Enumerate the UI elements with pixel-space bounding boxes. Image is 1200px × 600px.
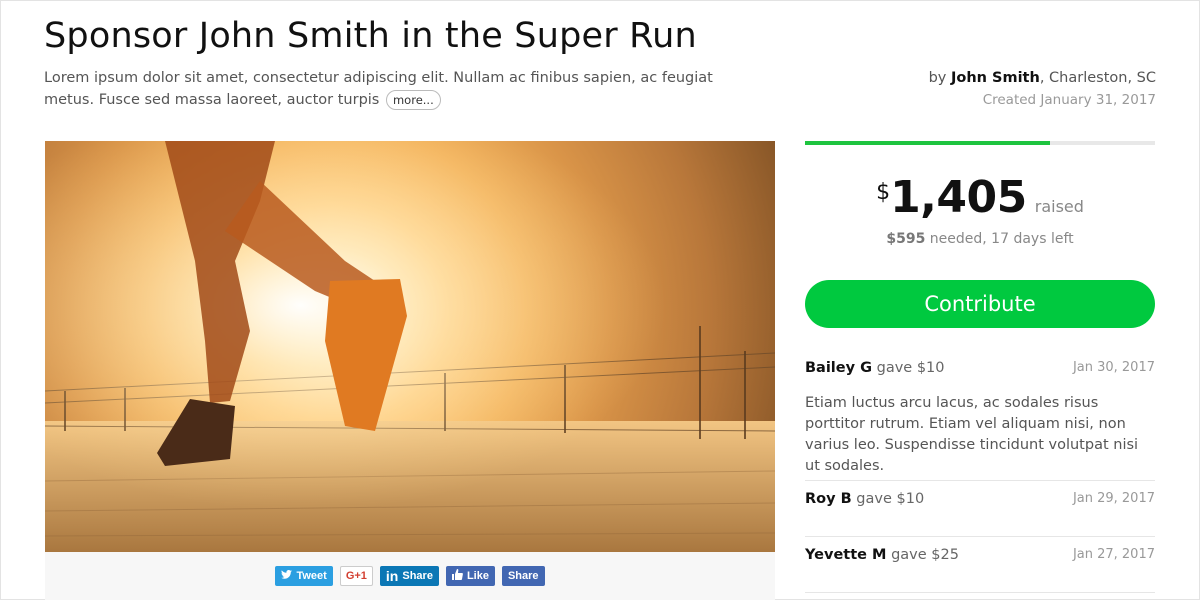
donation-date: Jan 29, 2017 [1072, 491, 1155, 506]
author-name[interactable]: John Smith [951, 70, 1040, 86]
needed-text: needed, 17 days left [925, 231, 1074, 247]
thumbs-up-icon [451, 569, 463, 583]
donation-item: Yevette M gave $25 Jan 27, 2017 [805, 547, 1155, 563]
funding-needed: $595 needed, 17 days left [805, 231, 1155, 247]
hero-image [45, 141, 775, 552]
share-bar: Tweet G+1 in Share Like Share [45, 552, 775, 600]
author-location: , Charleston, SC [1039, 70, 1156, 86]
currency-symbol: $ [876, 180, 891, 205]
byline: by John Smith, Charleston, SC Created Ja… [929, 67, 1156, 111]
donation-amount: gave $10 [876, 360, 945, 376]
tweet-button[interactable]: Tweet [275, 566, 333, 586]
more-button[interactable]: more... [385, 90, 441, 110]
facebook-share-label: Share [507, 570, 539, 582]
donation-date: Jan 27, 2017 [1072, 547, 1155, 562]
donor-name: Bailey G [805, 360, 873, 376]
tweet-label: Tweet [296, 570, 327, 582]
contribute-button[interactable]: Contribute [805, 280, 1155, 328]
funding-progress-bar [805, 141, 1155, 145]
linkedin-icon: in [385, 568, 399, 584]
twitter-bird-icon [281, 569, 293, 583]
facebook-share-button[interactable]: Share [501, 566, 545, 586]
by-prefix: by [928, 70, 947, 86]
donation-divider [805, 536, 1155, 537]
runner-photo-illustration [45, 141, 775, 552]
raised-amount: 1,405 [890, 172, 1027, 223]
created-date: Created January 31, 2017 [982, 92, 1156, 108]
donation-item: Roy B gave $10 Jan 29, 2017 [805, 491, 1155, 507]
google-plus-button[interactable]: G+1 [339, 566, 373, 586]
linkedin-share-button[interactable]: in Share [379, 566, 439, 586]
raised-label: raised [1034, 197, 1084, 216]
donation-divider [805, 480, 1155, 481]
description-text: Lorem ipsum dolor sit amet, consectetur … [44, 70, 713, 108]
needed-amount: $595 [886, 231, 926, 247]
donation-date: Jan 30, 2017 [1072, 360, 1155, 375]
donor-name: Yevette M [805, 547, 887, 563]
google-plus-label: G+1 [345, 570, 367, 582]
donation-amount: gave $10 [856, 491, 925, 507]
donor-name: Roy B [805, 491, 852, 507]
funding-progress-fill [805, 141, 1050, 145]
amount-raised: $1,405 raised [805, 172, 1155, 223]
donation-amount: gave $25 [891, 547, 959, 563]
facebook-like-button[interactable]: Like [445, 566, 495, 586]
linkedin-share-label: Share [402, 570, 433, 582]
like-label: Like [466, 570, 489, 582]
donation-message: Etiam luctus arcu lacus, ac sodales risu… [805, 395, 1139, 474]
donation-item: Bailey G gave $10 Jan 30, 2017 Etiam luc… [805, 360, 1155, 477]
donation-divider [805, 592, 1155, 593]
campaign-description: Lorem ipsum dolor sit amet, consectetur … [44, 67, 764, 111]
page-title: Sponsor John Smith in the Super Run [44, 16, 697, 56]
